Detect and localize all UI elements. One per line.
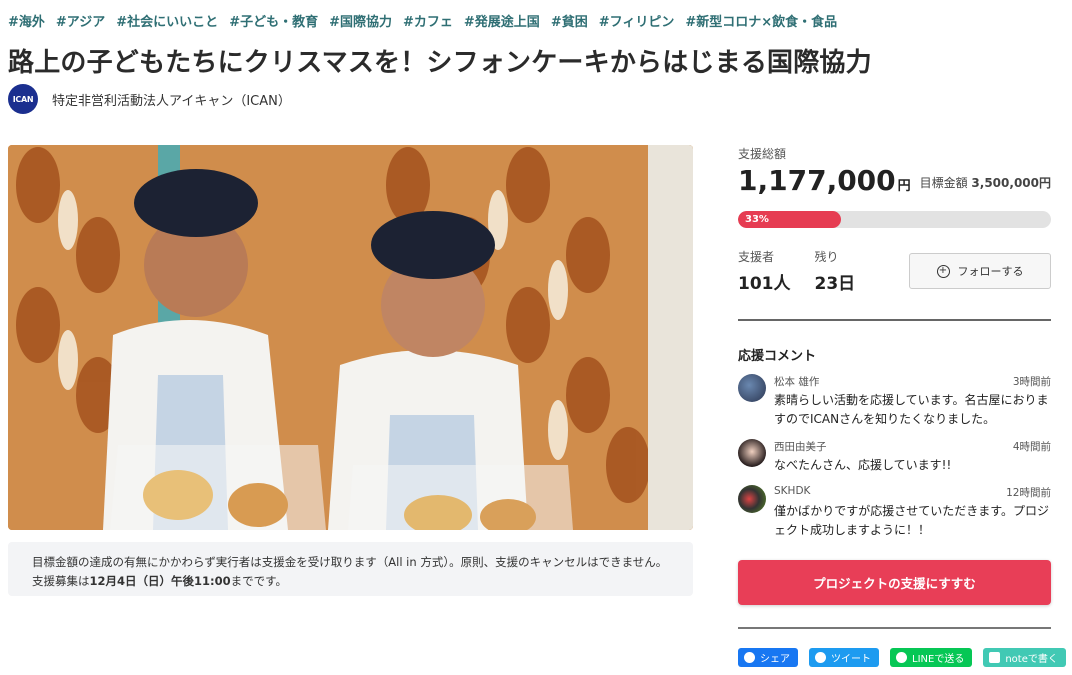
- comment-author[interactable]: SKHDK: [774, 485, 810, 500]
- remaining-stat: 残り 23日: [815, 248, 856, 294]
- total-amount-value: 1,177,000: [738, 164, 896, 197]
- comment-time: 3時間前: [1012, 376, 1051, 388]
- tag-link[interactable]: #貧困: [551, 11, 588, 30]
- line-share-label: LINEで送る: [912, 654, 965, 665]
- tag-link[interactable]: #アジア: [56, 11, 105, 30]
- supporters-label: 支援者: [738, 250, 775, 264]
- goal-label: 目標金額: [919, 176, 968, 190]
- comment-time: 12時間前: [1006, 487, 1051, 499]
- funding-sidebar: 支援総額 1,177,000 円 目標金額 3,500,000円 33% 支援者 …: [738, 145, 1066, 667]
- divider: [738, 627, 1051, 629]
- comment-item: SKHDK 12時間前 僅かばかりですが応援させていただきます。プロジェクト成功…: [738, 485, 1051, 540]
- avatar[interactable]: [738, 439, 766, 467]
- comment-author[interactable]: 松本 雄作: [774, 374, 819, 389]
- support-project-button[interactable]: プロジェクトの支援にすすむ: [738, 560, 1051, 605]
- note-share-button[interactable]: noteで書く: [983, 648, 1066, 667]
- plus-circle-icon: +: [936, 264, 950, 278]
- comment-text: 素晴らしい活動を応援しています。名古屋におりますのでICANさんを知りたくなりま…: [774, 393, 1049, 426]
- avatar[interactable]: [738, 374, 766, 402]
- progress-bar: 33%: [738, 211, 1051, 228]
- comment-text: なべたんさん、応援しています!!: [774, 458, 952, 472]
- goal-amount: 目標金額 3,500,000円: [920, 174, 1051, 197]
- facebook-icon: [744, 652, 755, 663]
- follow-label: フォローする: [957, 265, 1024, 278]
- currency-label: 円: [897, 179, 911, 194]
- progress-fill: 33%: [738, 211, 842, 228]
- tag-link[interactable]: #新型コロナ×飲食・食品: [685, 11, 837, 30]
- remaining-label: 残り: [814, 250, 839, 264]
- total-label: 支援総額: [738, 147, 787, 161]
- comments-title: 応援コメント: [738, 349, 817, 364]
- tag-list: #海外 #アジア #社会にいいこと #子ども・教育 #国際協力 #カフェ #発展…: [8, 11, 837, 30]
- comment-text: 僅かばかりですが応援させていただきます。プロジェクト成功しますように！！: [774, 504, 1050, 537]
- line-share-button[interactable]: LINEで送る: [890, 648, 973, 667]
- tag-link[interactable]: #子ども・教育: [229, 11, 318, 30]
- owner-logo[interactable]: ICAN: [8, 84, 38, 114]
- twitter-share-button[interactable]: ツイート: [809, 648, 879, 667]
- tag-link[interactable]: #海外: [8, 11, 45, 30]
- project-title: 路上の子どもたちにクリスマスを！シフォンケーキからはじまる国際協力: [8, 48, 872, 78]
- project-main-image: [8, 145, 693, 530]
- hero-photo-illustration: [8, 145, 693, 530]
- share-buttons: シェア ツイート LINEで送る noteで書く: [738, 648, 1066, 667]
- remaining-days: 23日: [814, 274, 856, 294]
- twitter-icon: [815, 652, 826, 663]
- total-amount: 1,177,000 円: [738, 164, 911, 197]
- facebook-share-button[interactable]: シェア: [738, 648, 798, 667]
- avatar[interactable]: [738, 485, 766, 513]
- supporters-count: 101人: [738, 274, 791, 294]
- twitter-share-label: ツイート: [831, 654, 871, 665]
- notice-text-end: までです。: [230, 574, 287, 588]
- tag-link[interactable]: #国際協力: [329, 11, 392, 30]
- note-icon: [989, 652, 1001, 663]
- owner-name[interactable]: 特定非営利活動法人アイキャン（ICAN）: [52, 90, 291, 109]
- tag-link[interactable]: #発展途上国: [464, 11, 540, 30]
- comment-author[interactable]: 西田由美子: [774, 439, 827, 454]
- divider: [738, 319, 1051, 321]
- supporters-stat: 支援者 101人: [738, 248, 791, 294]
- tag-link[interactable]: #カフェ: [403, 11, 453, 30]
- comment-time: 4時間前: [1012, 441, 1051, 453]
- facebook-share-label: シェア: [760, 654, 790, 665]
- tag-link[interactable]: #社会にいいこと: [116, 11, 218, 30]
- comment-item: 松本 雄作 3時間前 素晴らしい活動を応援しています。名古屋におりますのでICA…: [738, 374, 1051, 429]
- goal-value: 3,500,000円: [971, 176, 1051, 190]
- tag-link[interactable]: #フィリピン: [599, 11, 675, 30]
- follow-button[interactable]: + フォローする: [909, 253, 1051, 289]
- line-icon: [896, 652, 907, 663]
- project-owner[interactable]: ICAN 特定非営利活動法人アイキャン（ICAN）: [8, 84, 291, 114]
- note-share-label: noteで書く: [1005, 654, 1058, 665]
- comment-item: 西田由美子 4時間前 なべたんさん、応援しています!!: [738, 439, 1051, 475]
- notice-deadline: 12月4日（日）午後11:00: [89, 574, 231, 588]
- all-in-notice: 目標金額の達成の有無にかかわらず実行者は支援金を受け取ります（All in 方式…: [8, 542, 693, 596]
